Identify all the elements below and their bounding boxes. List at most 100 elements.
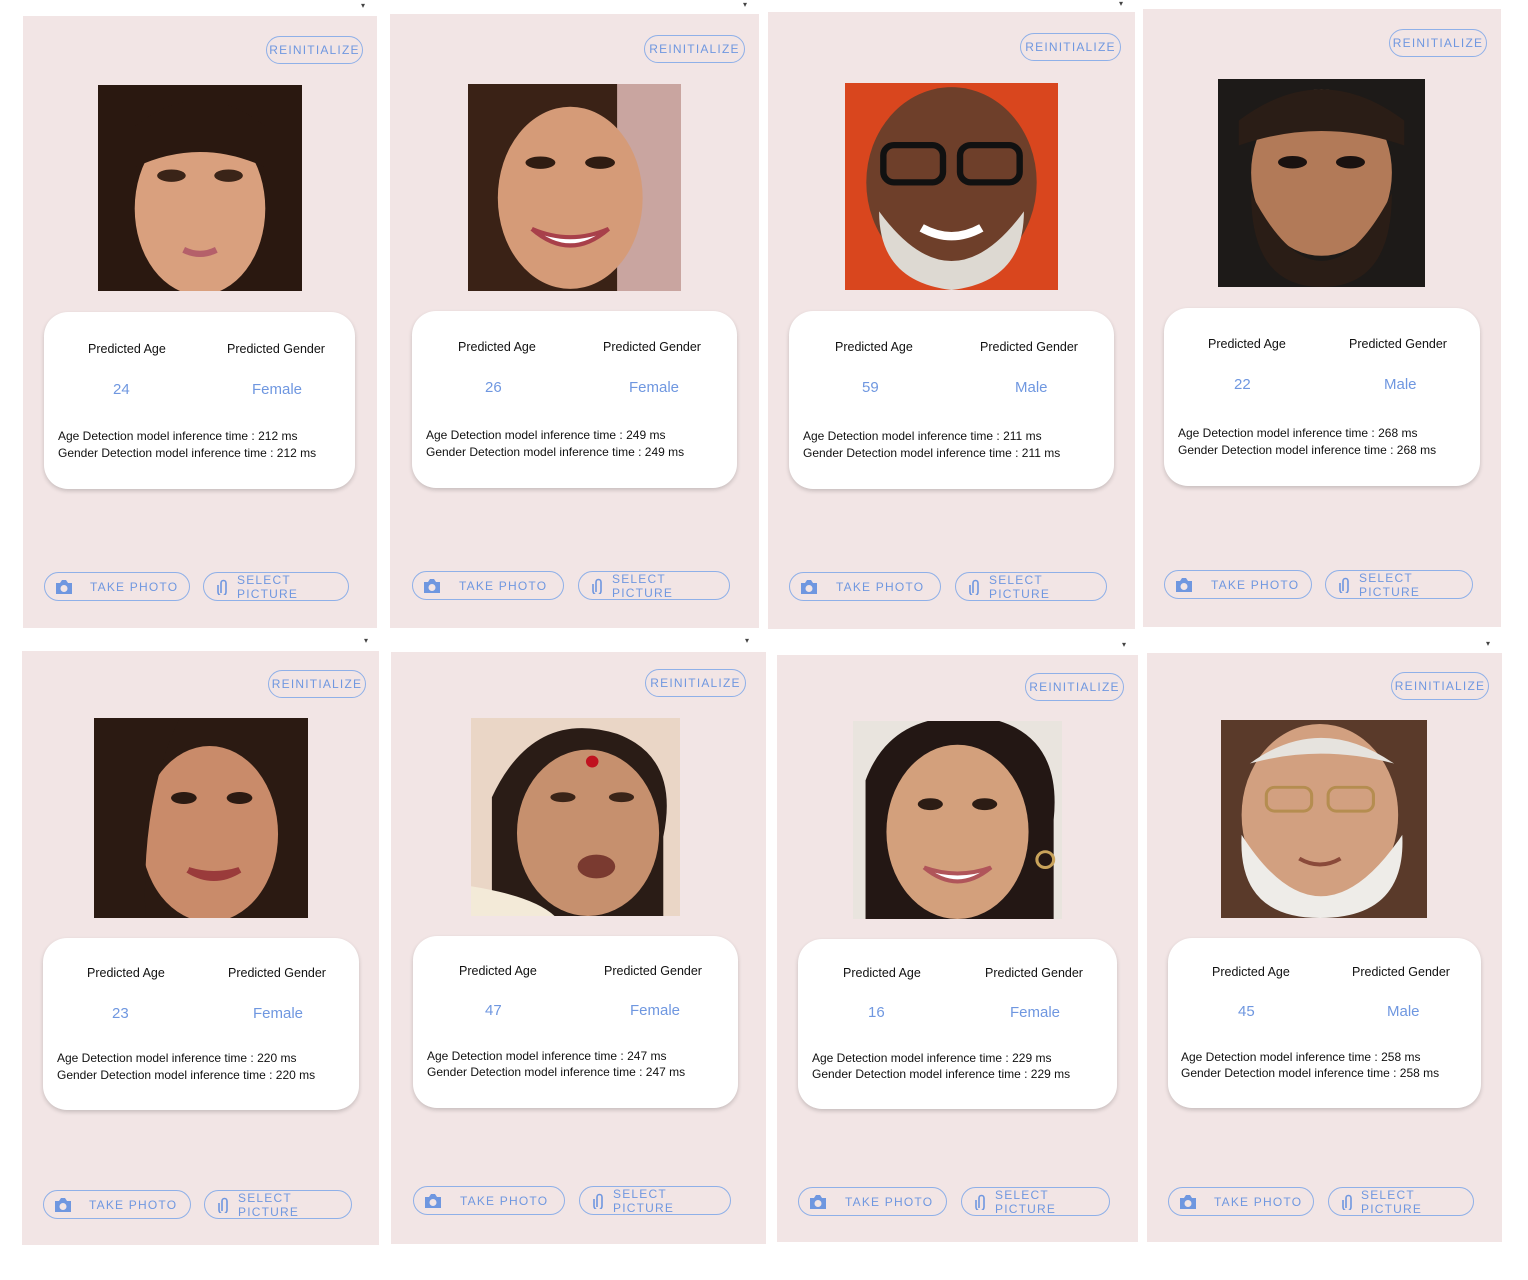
predicted-gender-label: Predicted Gender bbox=[1352, 965, 1450, 979]
predicted-age-label: Predicted Age bbox=[459, 964, 537, 978]
app-screen-4: REINITIALIZE Predicted Age Predicted Gen… bbox=[1143, 9, 1501, 627]
status-marker: ▾ bbox=[1122, 640, 1127, 649]
predicted-gender-value: Male bbox=[1015, 379, 1048, 396]
paperclip-icon bbox=[975, 1194, 985, 1210]
select-picture-label: SELECT PICTURE bbox=[989, 572, 1051, 601]
paperclip-icon bbox=[592, 578, 602, 594]
reinitialize-button[interactable]: REINITIALIZE bbox=[1025, 673, 1124, 701]
select-picture-label: SELECT PICTURE bbox=[1361, 1187, 1423, 1216]
predicted-gender-label: Predicted Gender bbox=[227, 342, 325, 356]
camera-icon bbox=[424, 579, 440, 593]
select-picture-button[interactable]: SELECT PICTURE bbox=[579, 1186, 731, 1215]
take-photo-label: TAKE PHOTO bbox=[90, 579, 179, 594]
reinitialize-button[interactable]: REINITIALIZE bbox=[266, 36, 363, 64]
select-picture-button[interactable]: SELECT PICTURE bbox=[1325, 570, 1473, 599]
predicted-age-value: 59 bbox=[862, 379, 879, 396]
app-screen-5: REINITIALIZE Predicted Age Predicted Gen… bbox=[22, 651, 379, 1245]
reinitialize-button[interactable]: REINITIALIZE bbox=[1391, 672, 1489, 700]
select-picture-button[interactable]: SELECT PICTURE bbox=[961, 1187, 1110, 1216]
predicted-age-value: 22 bbox=[1234, 376, 1251, 393]
take-photo-button[interactable]: TAKE PHOTO bbox=[798, 1187, 947, 1216]
camera-icon bbox=[425, 1194, 441, 1208]
prediction-card: Predicted Age Predicted Gender 26 Female… bbox=[412, 311, 737, 488]
camera-icon bbox=[810, 1195, 826, 1209]
select-picture-button[interactable]: SELECT PICTURE bbox=[578, 571, 730, 600]
gender-inference-time: Gender Detection model inference time : … bbox=[58, 446, 317, 460]
prediction-card: Predicted Age Predicted Gender 47 Female… bbox=[413, 936, 738, 1108]
gender-inference-time: Gender Detection model inference time : … bbox=[803, 446, 1061, 460]
predicted-age-label: Predicted Age bbox=[88, 342, 166, 356]
predicted-gender-value: Male bbox=[1384, 376, 1417, 393]
predicted-age-label: Predicted Age bbox=[843, 966, 921, 980]
select-picture-button[interactable]: SELECT PICTURE bbox=[204, 1190, 352, 1219]
select-picture-label: SELECT PICTURE bbox=[612, 571, 674, 600]
take-photo-button[interactable]: TAKE PHOTO bbox=[1168, 1187, 1314, 1216]
age-inference-time: Age Detection model inference time : 229… bbox=[812, 1051, 1052, 1065]
face-photo bbox=[98, 85, 302, 291]
gender-inference-time: Gender Detection model inference time : … bbox=[426, 445, 685, 459]
prediction-card: Predicted Age Predicted Gender 23 Female… bbox=[43, 938, 359, 1110]
prediction-card: Predicted Age Predicted Gender 59 Male A… bbox=[789, 311, 1114, 489]
take-photo-label: TAKE PHOTO bbox=[460, 1193, 549, 1208]
prediction-card: Predicted Age Predicted Gender 16 Female… bbox=[798, 939, 1117, 1109]
camera-icon bbox=[55, 1198, 71, 1212]
select-picture-button[interactable]: SELECT PICTURE bbox=[1328, 1187, 1474, 1216]
predicted-age-label: Predicted Age bbox=[458, 340, 536, 354]
predicted-gender-label: Predicted Gender bbox=[228, 966, 326, 980]
predicted-age-label: Predicted Age bbox=[1212, 965, 1290, 979]
prediction-card: Predicted Age Predicted Gender 24 Female… bbox=[44, 312, 355, 489]
select-picture-label: SELECT PICTURE bbox=[995, 1187, 1057, 1216]
gender-inference-time: Gender Detection model inference time : … bbox=[57, 1068, 316, 1082]
predicted-gender-value: Male bbox=[1387, 1003, 1420, 1020]
status-marker: ▾ bbox=[745, 636, 750, 645]
app-screen-2: REINITIALIZE Predicted Age Predicted Gen… bbox=[390, 14, 759, 628]
reinitialize-button[interactable]: REINITIALIZE bbox=[1020, 33, 1121, 61]
select-picture-button[interactable]: SELECT PICTURE bbox=[955, 572, 1107, 601]
predicted-age-label: Predicted Age bbox=[835, 340, 913, 354]
predicted-gender-value: Female bbox=[253, 1005, 304, 1022]
camera-icon bbox=[1176, 578, 1192, 592]
camera-icon bbox=[1180, 1195, 1196, 1209]
app-screen-7: REINITIALIZE Predicted Age Predicted Gen… bbox=[777, 655, 1138, 1242]
predicted-gender-value: Female bbox=[1010, 1004, 1061, 1021]
face-photo bbox=[468, 84, 681, 291]
face-photo bbox=[1218, 79, 1425, 287]
age-inference-time: Age Detection model inference time : 249… bbox=[426, 428, 666, 442]
age-inference-time: Age Detection model inference time : 212… bbox=[58, 429, 298, 443]
select-picture-label: SELECT PICTURE bbox=[238, 1190, 300, 1219]
paperclip-icon bbox=[593, 1193, 603, 1209]
select-picture-button[interactable]: SELECT PICTURE bbox=[203, 572, 349, 601]
paperclip-icon bbox=[217, 579, 227, 595]
age-inference-time: Age Detection model inference time : 258… bbox=[1181, 1050, 1421, 1064]
select-picture-label: SELECT PICTURE bbox=[1359, 570, 1421, 599]
take-photo-button[interactable]: TAKE PHOTO bbox=[789, 572, 941, 601]
predicted-gender-label: Predicted Gender bbox=[985, 966, 1083, 980]
predicted-gender-value: Female bbox=[629, 379, 680, 396]
predicted-age-label: Predicted Age bbox=[1208, 337, 1286, 351]
select-picture-label: SELECT PICTURE bbox=[613, 1186, 675, 1215]
reinitialize-button[interactable]: REINITIALIZE bbox=[1389, 29, 1487, 57]
paperclip-icon bbox=[1342, 1194, 1352, 1210]
age-inference-time: Age Detection model inference time : 268… bbox=[1178, 426, 1418, 440]
age-inference-time: Age Detection model inference time : 211… bbox=[803, 429, 1042, 443]
predicted-gender-label: Predicted Gender bbox=[980, 340, 1078, 354]
take-photo-label: TAKE PHOTO bbox=[1214, 1194, 1303, 1209]
gender-inference-time: Gender Detection model inference time : … bbox=[812, 1067, 1071, 1081]
take-photo-button[interactable]: TAKE PHOTO bbox=[43, 1190, 191, 1219]
take-photo-button[interactable]: TAKE PHOTO bbox=[412, 571, 564, 600]
predicted-age-value: 45 bbox=[1238, 1003, 1255, 1020]
camera-icon bbox=[801, 580, 817, 594]
reinitialize-button[interactable]: REINITIALIZE bbox=[645, 669, 746, 697]
prediction-card: Predicted Age Predicted Gender 22 Male A… bbox=[1164, 308, 1480, 486]
take-photo-label: TAKE PHOTO bbox=[89, 1197, 178, 1212]
take-photo-button[interactable]: TAKE PHOTO bbox=[44, 572, 190, 601]
take-photo-button[interactable]: TAKE PHOTO bbox=[413, 1186, 565, 1215]
take-photo-label: TAKE PHOTO bbox=[1211, 577, 1300, 592]
app-screen-1: REINITIALIZE Predicted Age Predicted Gen… bbox=[23, 16, 377, 628]
predicted-age-value: 24 bbox=[113, 381, 130, 398]
take-photo-label: TAKE PHOTO bbox=[836, 579, 925, 594]
take-photo-button[interactable]: TAKE PHOTO bbox=[1164, 570, 1312, 599]
reinitialize-button[interactable]: REINITIALIZE bbox=[268, 670, 366, 698]
face-photo bbox=[1221, 720, 1427, 918]
reinitialize-button[interactable]: REINITIALIZE bbox=[644, 35, 745, 63]
